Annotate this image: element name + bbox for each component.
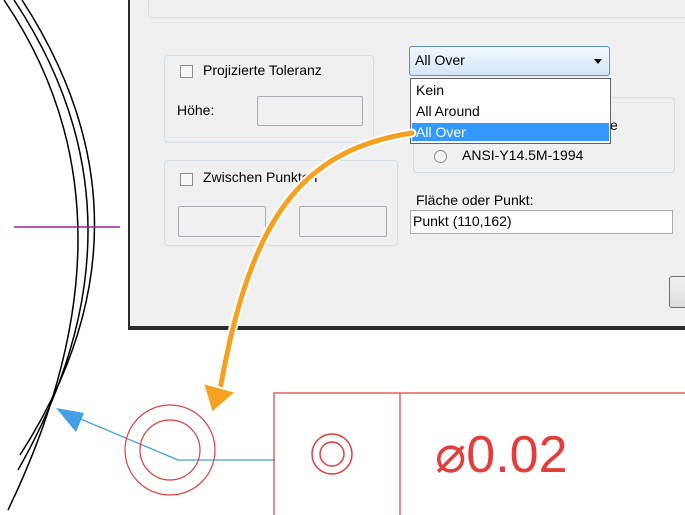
all-over-symbol-inner [139, 419, 201, 481]
face-or-point-input[interactable]: Punkt (110,162) [410, 210, 673, 234]
scope-option-kein[interactable]: Kein [412, 81, 609, 99]
height-field[interactable] [257, 96, 363, 126]
projected-tolerance-label: Projizierte Toleranz [203, 62, 322, 78]
standard-radio[interactable] [434, 150, 447, 163]
between-points-label: Zwischen Punkten [203, 169, 318, 185]
scope-dropdown-list: Kein All Around All Over [410, 78, 611, 144]
scope-combobox-value: All Over [415, 52, 465, 68]
between-points-checkbox[interactable] [180, 173, 193, 186]
leader-arrowhead [56, 408, 84, 432]
chevron-down-icon[interactable] [594, 59, 602, 64]
all-over-symbol-outer [124, 404, 216, 496]
concentricity-symbol-outer [311, 433, 353, 475]
scope-combobox[interactable]: All Over [409, 46, 610, 76]
top-group-edge [148, 0, 685, 18]
standard-group-label: e [610, 117, 618, 133]
scope-option-all-over[interactable]: All Over [412, 123, 609, 141]
between-points-field-1[interactable] [178, 206, 266, 237]
standard-radio-label: ANSI-Y14.5M-1994 [462, 147, 584, 163]
dialog-button-partial[interactable] [669, 276, 685, 308]
part-outline-outer-arc [3, 0, 79, 511]
scope-option-all-around[interactable]: All Around [412, 102, 609, 120]
concentricity-symbol-inner [319, 441, 345, 467]
between-points-field-2[interactable] [299, 206, 387, 237]
projected-tolerance-checkbox[interactable] [180, 65, 193, 78]
face-or-point-label: Fläche oder Punkt: [416, 192, 534, 208]
tolerance-value: ⌀0.02 [435, 426, 568, 484]
height-label: Höhe: [177, 102, 215, 118]
